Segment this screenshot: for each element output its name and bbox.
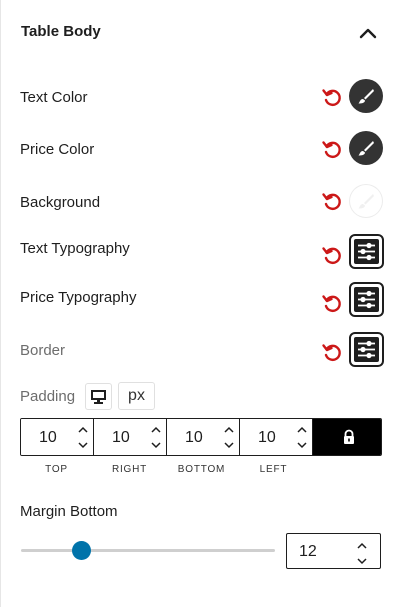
reset-icon[interactable] xyxy=(321,86,343,108)
border-settings-button[interactable] xyxy=(349,332,384,367)
lock-icon xyxy=(344,429,354,444)
link-values-button[interactable] xyxy=(313,419,381,455)
typography-settings-icon xyxy=(354,239,379,264)
reset-icon[interactable] xyxy=(321,341,343,363)
typography-settings-icon xyxy=(354,287,379,312)
device-toggle-button[interactable] xyxy=(85,383,112,410)
price-color-swatch[interactable] xyxy=(349,131,383,165)
padding-label: Padding xyxy=(20,388,76,405)
reset-icon[interactable] xyxy=(321,138,343,160)
chevron-up-icon[interactable] xyxy=(357,22,379,44)
text-color-swatch[interactable] xyxy=(349,79,383,113)
reset-icon[interactable] xyxy=(321,292,343,314)
row-border: Border xyxy=(1,331,403,371)
spin-up-icon[interactable] xyxy=(223,424,235,436)
table-body-panel: Table Body Text Color Price Color Backgr… xyxy=(0,0,403,607)
spin-down-icon[interactable] xyxy=(77,439,89,451)
padding-right-input[interactable]: 10 xyxy=(94,419,167,455)
desktop-icon xyxy=(91,390,106,404)
padding-left-label: LEFT xyxy=(259,464,288,475)
padding-right-label: RIGHT xyxy=(111,464,148,475)
margin-bottom-slider-thumb[interactable] xyxy=(72,541,92,560)
margin-bottom-value: 12 xyxy=(299,543,317,560)
spin-down-icon[interactable] xyxy=(356,555,368,567)
padding-right-value: 10 xyxy=(112,429,130,446)
row-price-typography: Price Typography xyxy=(1,279,403,319)
padding-top-label: TOP xyxy=(45,464,68,475)
margin-bottom-slider-track[interactable] xyxy=(21,549,275,552)
price-typography-button[interactable] xyxy=(349,282,384,317)
row-label: Price Color xyxy=(20,141,95,158)
padding-inputs: 10 10 10 10 xyxy=(20,418,382,456)
margin-bottom-label: Margin Bottom xyxy=(20,503,118,520)
padding-top-input[interactable]: 10 xyxy=(21,419,94,455)
spin-down-icon[interactable] xyxy=(150,439,162,451)
padding-top-value: 10 xyxy=(39,429,57,446)
padding-bottom-input[interactable]: 10 xyxy=(167,419,240,455)
padding-left-input[interactable]: 10 xyxy=(240,419,313,455)
row-label: Text Typography xyxy=(20,240,130,257)
row-label: Border xyxy=(20,342,66,359)
spin-up-icon[interactable] xyxy=(356,540,368,552)
background-color-swatch[interactable] xyxy=(349,184,383,218)
color-brush-icon xyxy=(358,141,374,156)
margin-bottom-input[interactable]: 12 xyxy=(286,533,381,569)
text-typography-button[interactable] xyxy=(349,234,384,269)
section-title: Table Body xyxy=(21,23,101,40)
reset-icon[interactable] xyxy=(321,244,343,266)
row-label: Text Color xyxy=(20,89,88,106)
spin-down-icon[interactable] xyxy=(296,439,308,451)
section-header[interactable]: Table Body xyxy=(1,0,403,64)
reset-icon[interactable] xyxy=(321,190,343,212)
row-label: Price Typography xyxy=(20,289,137,306)
row-text-typography: Text Typography xyxy=(1,230,403,270)
spin-up-icon[interactable] xyxy=(77,424,89,436)
row-label: Background xyxy=(20,194,101,211)
row-background: Background xyxy=(1,182,403,222)
spin-down-icon[interactable] xyxy=(223,439,235,451)
row-text-color: Text Color xyxy=(1,77,403,117)
spin-up-icon[interactable] xyxy=(150,424,162,436)
padding-left-value: 10 xyxy=(258,429,276,446)
unit-selector[interactable]: px xyxy=(118,382,155,410)
color-brush-icon xyxy=(358,89,374,104)
padding-bottom-value: 10 xyxy=(185,429,203,446)
row-price-color: Price Color xyxy=(1,129,403,169)
spin-up-icon[interactable] xyxy=(296,424,308,436)
color-brush-icon xyxy=(358,194,374,209)
padding-bottom-label: BOTTOM xyxy=(177,464,226,475)
border-settings-icon xyxy=(354,337,379,362)
